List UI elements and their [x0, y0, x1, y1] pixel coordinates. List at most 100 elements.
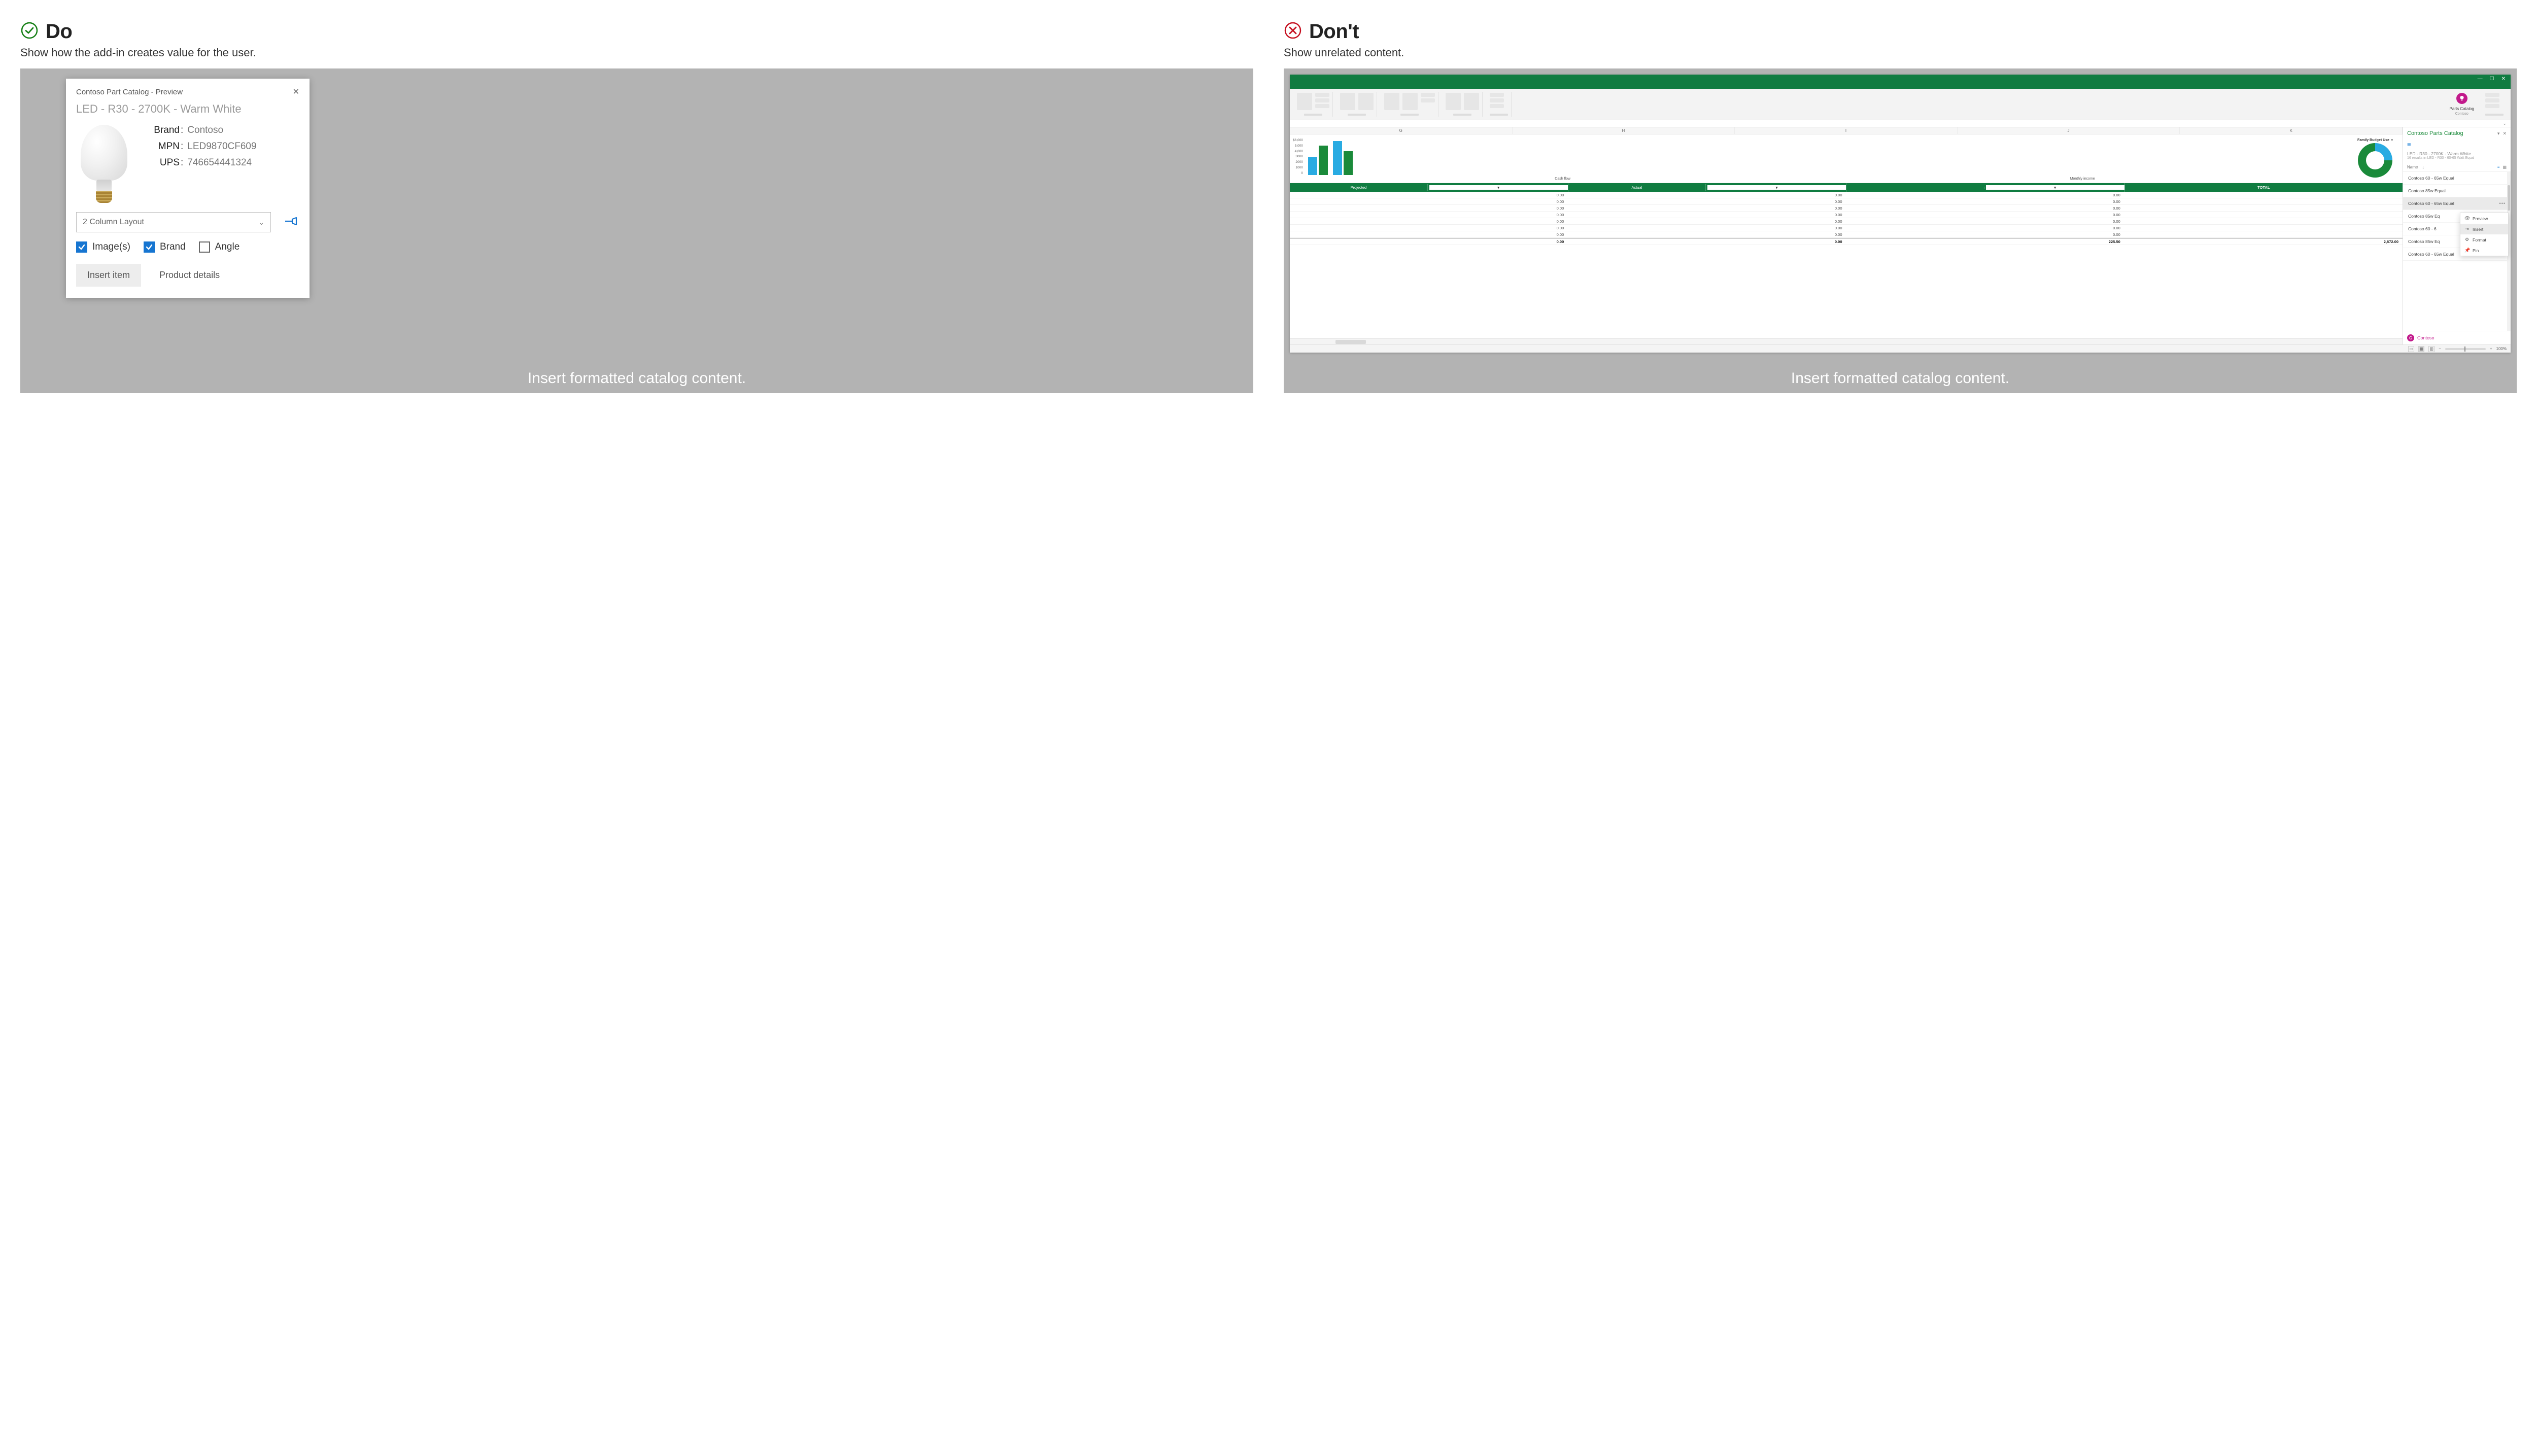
pin-icon: 📌 [2464, 248, 2470, 253]
spec-mpn-value: LED9870CF609 [187, 141, 256, 152]
table-row: 0.000.000.00 [1290, 212, 2403, 218]
list-item[interactable]: Contoso 85w Equal [2403, 185, 2511, 197]
grid-view-icon[interactable]: ▦ [2502, 165, 2507, 169]
status-bar: ▭ ▦ ▥ − + 100% [1290, 344, 2511, 353]
table-row: 0.000.000.00 [1290, 231, 2403, 238]
table-row: 0.000.000.00 [1290, 218, 2403, 225]
bar [1344, 151, 1353, 175]
checkbox-images-label: Image(s) [92, 241, 130, 253]
close-icon[interactable]: ✕ [293, 88, 299, 96]
normal-view-icon[interactable]: ▭ [2408, 346, 2414, 352]
chevron-down-icon[interactable]: ▾ [2497, 131, 2500, 136]
context-menu-item-format[interactable]: ⚙Format [2460, 234, 2508, 245]
ribbon-group[interactable] [1381, 92, 1438, 117]
worksheet[interactable]: G H I J K $6,000 5,000 [1290, 127, 2403, 344]
context-menu-item-insert[interactable]: ⇥Insert [2460, 224, 2508, 234]
checkbox-angle[interactable]: Angle [199, 241, 240, 253]
pane-title: Contoso Parts Catalog [2407, 130, 2463, 136]
bar [1308, 157, 1317, 175]
eye-icon: 👁 [2464, 216, 2470, 221]
horizontal-scrollbar[interactable] [1290, 338, 2403, 344]
more-icon[interactable]: ••• [2499, 201, 2506, 206]
filter-icon[interactable]: ▾ [1707, 185, 1846, 190]
list-item[interactable]: Contoso 60 - 65w Equal••• [2403, 197, 2511, 210]
page-layout-view-icon[interactable]: ▦ [2418, 346, 2424, 352]
table-total-row: 0.000.00225.502,872.00 [1290, 238, 2403, 245]
filter-icon[interactable]: ▾ [1429, 185, 1568, 190]
pane-breadcrumb: LED - R30 - 2700K - Warm White [2403, 151, 2511, 156]
ribbon-group[interactable] [1294, 92, 1333, 117]
list-header-label: Name [2407, 165, 2418, 169]
excel-window: — ☐ ✕ [1290, 75, 2511, 353]
filter-icon[interactable]: ▾ [1986, 185, 2124, 190]
zoom-slider[interactable] [2445, 348, 2486, 350]
check-circle-icon [20, 21, 39, 42]
do-caption: Insert formatted catalog content. [20, 370, 1253, 387]
ribbon-group[interactable] [2482, 92, 2507, 117]
do-column: Do Show how the add-in creates value for… [20, 20, 1253, 393]
minimize-icon[interactable]: — [2478, 76, 2483, 82]
zoom-in-icon[interactable]: + [2490, 346, 2492, 351]
ribbon-addin-button[interactable]: Parts Catalog Contoso [2446, 92, 2478, 117]
window-titlebar: — ☐ ✕ [1290, 75, 2511, 83]
chevron-down-icon: ⌄ [258, 218, 264, 227]
pin-icon[interactable] [283, 215, 299, 230]
insert-item-button[interactable]: Insert item [76, 264, 141, 287]
do-subheading: Show how the add-in creates value for th… [20, 46, 1253, 59]
dialog-subtitle: LED - R30 - 2700K - Warm White [76, 102, 299, 116]
page-break-view-icon[interactable]: ▥ [2428, 346, 2435, 352]
sort-icon[interactable]: ↓ [2422, 165, 2424, 169]
ribbon-group[interactable] [1443, 92, 1483, 117]
ribbon-group[interactable] [1337, 92, 1377, 117]
spec-ups-label: UPS [143, 157, 180, 168]
checkbox-empty-icon [199, 241, 210, 253]
ribbon-group[interactable] [1487, 92, 1512, 117]
bar [1319, 146, 1328, 175]
context-menu: 👁Preview ⇥Insert ⚙Format 📌Pin [2460, 213, 2509, 256]
context-menu-item-pin[interactable]: 📌Pin [2460, 245, 2508, 256]
table-row: 0.000.000.00 [1290, 198, 2403, 205]
brand-avatar-icon: C [2407, 334, 2414, 341]
ribbon-tabs[interactable] [1290, 83, 2511, 89]
table-row: 0.000.000.00 [1290, 192, 2403, 198]
chart-area: $6,000 5,000 4,000 3000 2000 1000 0 [1290, 134, 2403, 183]
pane-footer[interactable]: C Contoso [2403, 331, 2511, 344]
checkbox-angle-label: Angle [215, 241, 240, 253]
formula-bar[interactable]: ⌄ [1290, 120, 2511, 127]
insert-icon: ⇥ [2464, 226, 2470, 232]
donut-chart: Family Budget Use ≡ [2351, 138, 2399, 181]
zoom-out-icon[interactable]: − [2439, 346, 2441, 351]
legend-icon: ≡ [2391, 138, 2393, 142]
pane-footer-label: Contoso [2417, 335, 2435, 340]
close-icon[interactable]: ✕ [2501, 76, 2506, 82]
sliders-icon: ⚙ [2464, 237, 2470, 242]
product-list: Contoso 60 - 65w EqualContoso 85w EqualC… [2403, 172, 2511, 331]
checkbox-brand[interactable]: Brand [144, 241, 186, 253]
product-details-button[interactable]: Product details [148, 264, 231, 287]
spec-mpn-label: MPN [143, 141, 180, 152]
spec-brand-value: Contoso [187, 125, 223, 136]
table-row: 0.000.000.00 [1290, 205, 2403, 212]
checkmark-icon [144, 241, 155, 253]
close-icon[interactable]: ✕ [2502, 131, 2507, 136]
dont-subheading: Show unrelated content. [1284, 46, 2517, 59]
task-pane: Contoso Parts Catalog ▾ ✕ ≡ LED - R30 - … [2403, 127, 2511, 344]
spec-brand-label: Brand [143, 125, 180, 136]
do-panel: Contoso Part Catalog - Preview ✕ LED - R… [20, 68, 1253, 393]
preview-dialog: Contoso Part Catalog - Preview ✕ LED - R… [66, 79, 310, 298]
table-body: 0.000.000.000.000.000.000.000.000.000.00… [1290, 192, 2403, 338]
context-menu-item-preview[interactable]: 👁Preview [2460, 213, 2508, 224]
ribbon-addin-line1: Parts Catalog [2450, 107, 2474, 111]
product-image [76, 125, 132, 201]
hamburger-icon[interactable]: ≡ [2403, 140, 2511, 151]
maximize-icon[interactable]: ☐ [2490, 76, 2494, 82]
list-view-icon[interactable]: ≡ [2497, 165, 2500, 169]
dont-heading: Don't [1309, 20, 1359, 43]
checkbox-images[interactable]: Image(s) [76, 241, 130, 253]
x-circle-icon [1284, 21, 1302, 42]
checkbox-brand-label: Brand [160, 241, 186, 253]
list-item[interactable]: Contoso 60 - 65w Equal [2403, 172, 2511, 185]
table-header-row: Projected▾ Actual▾ ▾ TOTAL [1290, 183, 2403, 192]
ribbon-addin-line2: Contoso [2450, 112, 2474, 116]
layout-select[interactable]: 2 Column Layout ⌄ [76, 212, 271, 232]
